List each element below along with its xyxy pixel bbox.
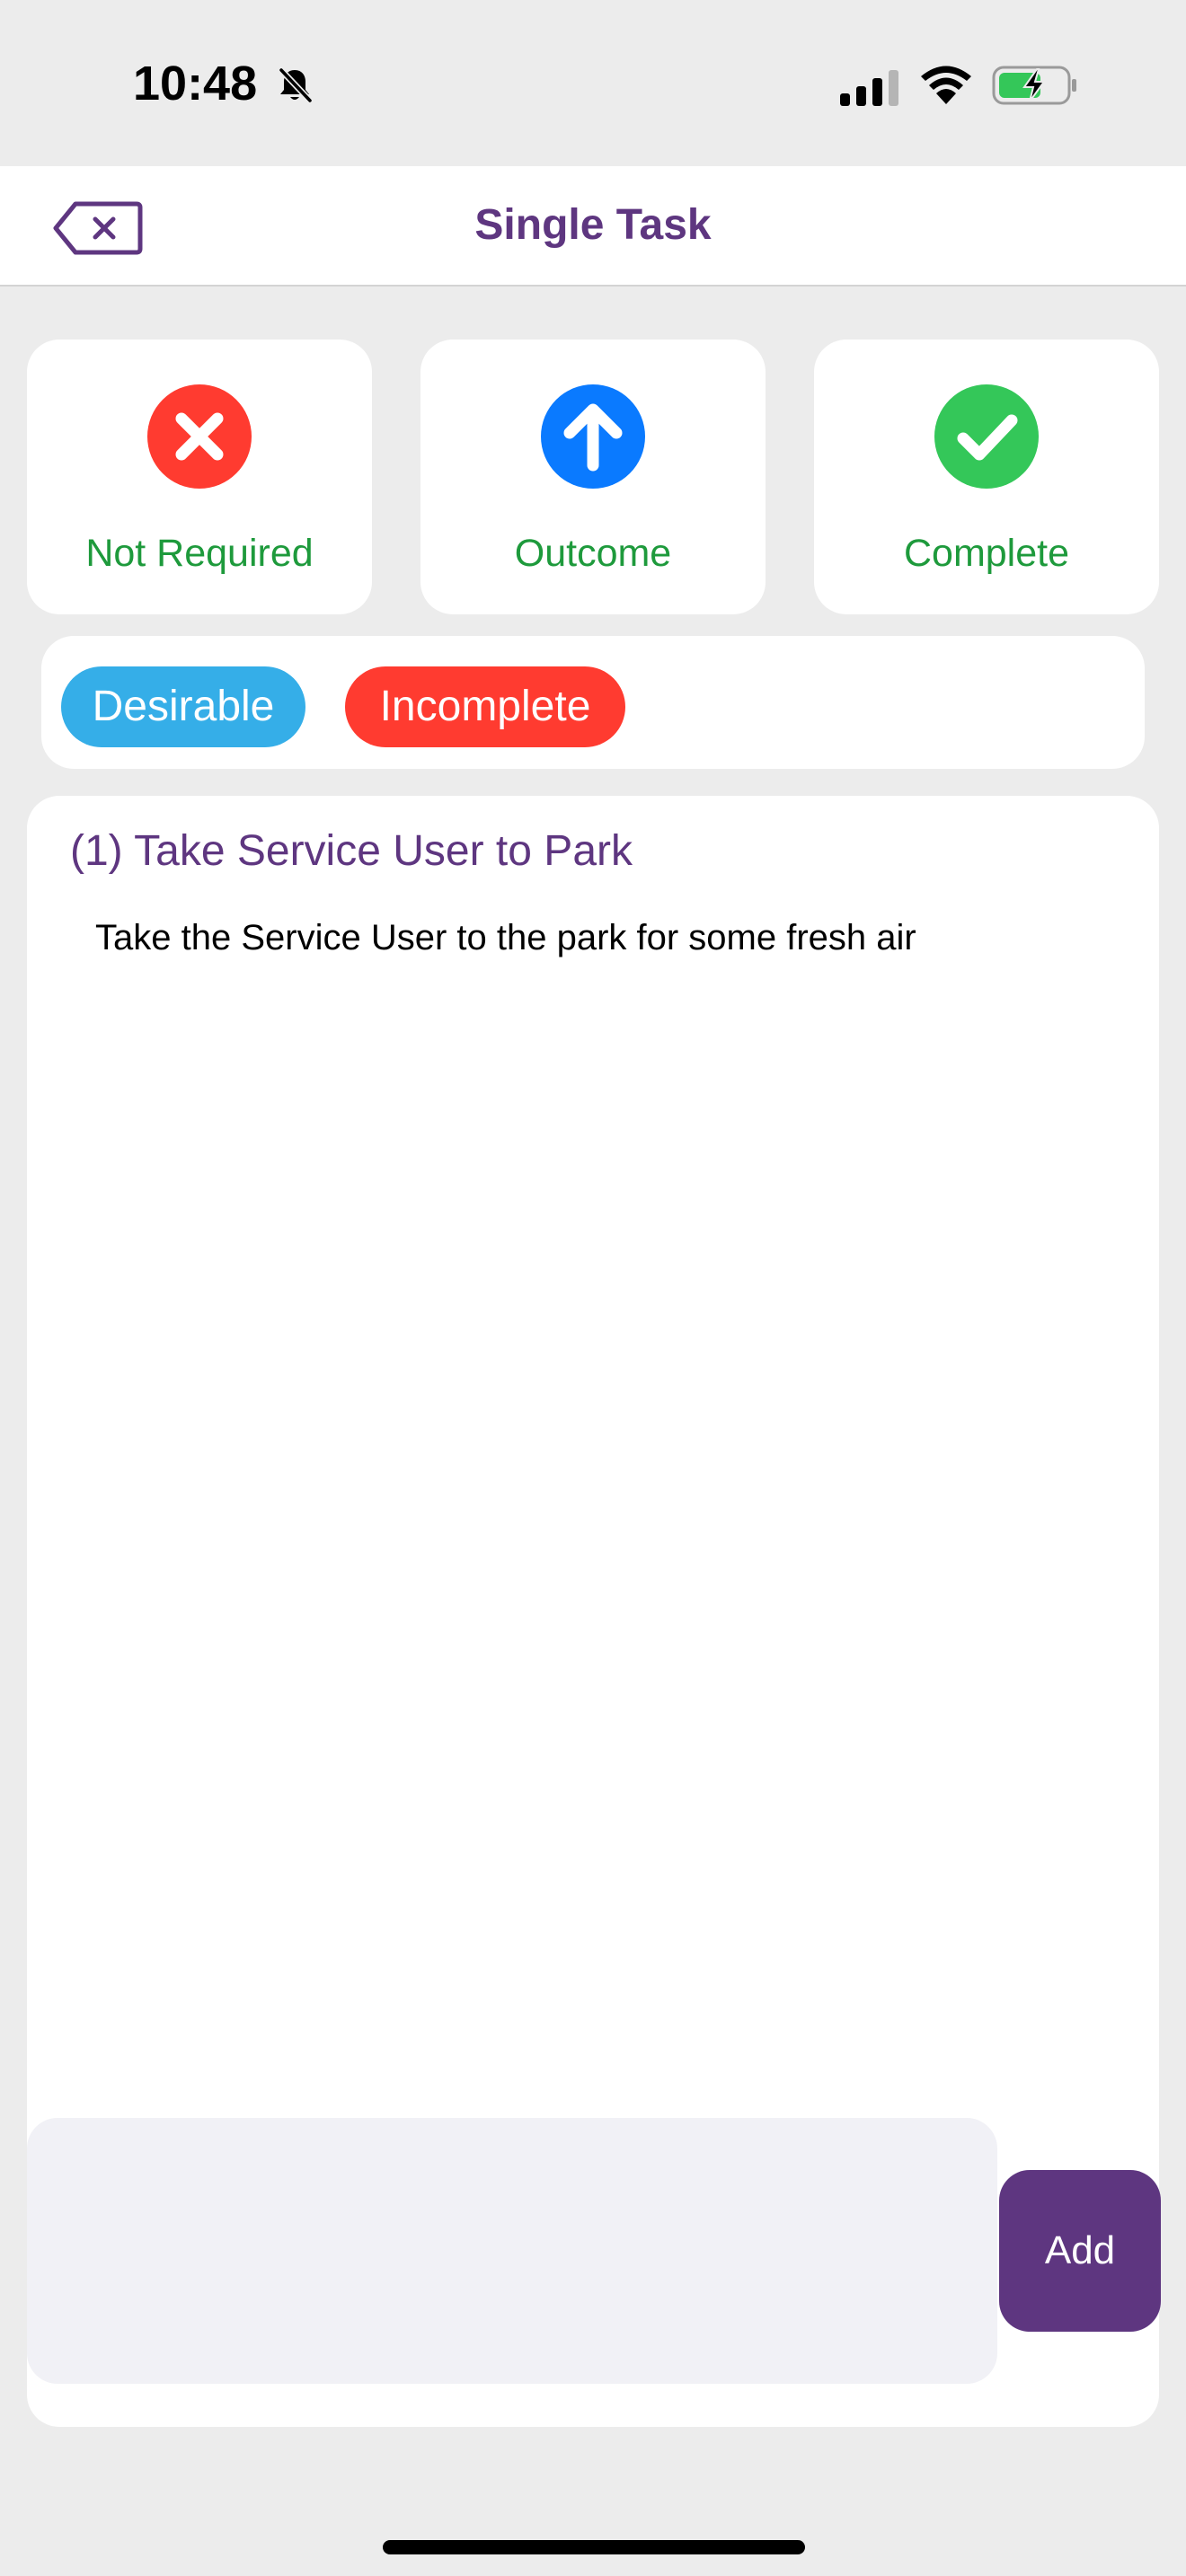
navigation-bar: Single Task — [0, 166, 1186, 287]
not-required-label: Not Required — [85, 532, 314, 575]
status-bar: 10:48 — [0, 0, 1186, 166]
cellular-signal-icon — [840, 68, 901, 106]
wifi-icon — [918, 63, 974, 106]
complete-label: Complete — [903, 532, 1070, 575]
not-required-button[interactable]: Not Required — [27, 340, 372, 614]
add-button[interactable]: Add — [999, 2170, 1161, 2332]
note-input[interactable] — [27, 2118, 997, 2384]
task-detail-card: (1) Take Service User to Park Take the S… — [27, 796, 1161, 2427]
complete-button[interactable]: Complete — [814, 340, 1159, 614]
task-title: (1) Take Service User to Park — [70, 827, 633, 875]
arrow-up-circle-icon — [541, 384, 645, 489]
page-title: Single Task — [474, 201, 712, 249]
tag-row: Desirable Incomplete — [41, 636, 1145, 769]
home-indicator[interactable] — [383, 2540, 805, 2554]
task-description: Take the Service User to the park for so… — [95, 918, 916, 957]
x-circle-icon — [147, 384, 252, 489]
battery-charging-icon — [992, 65, 1078, 106]
desirable-badge: Desirable — [61, 666, 305, 747]
incomplete-badge: Incomplete — [345, 666, 625, 747]
outcome-button[interactable]: Outcome — [420, 340, 766, 614]
checkmark-circle-icon — [934, 384, 1039, 489]
status-time: 10:48 — [133, 57, 258, 110]
outcome-label: Outcome — [514, 532, 672, 575]
bell-slash-icon — [274, 65, 315, 106]
